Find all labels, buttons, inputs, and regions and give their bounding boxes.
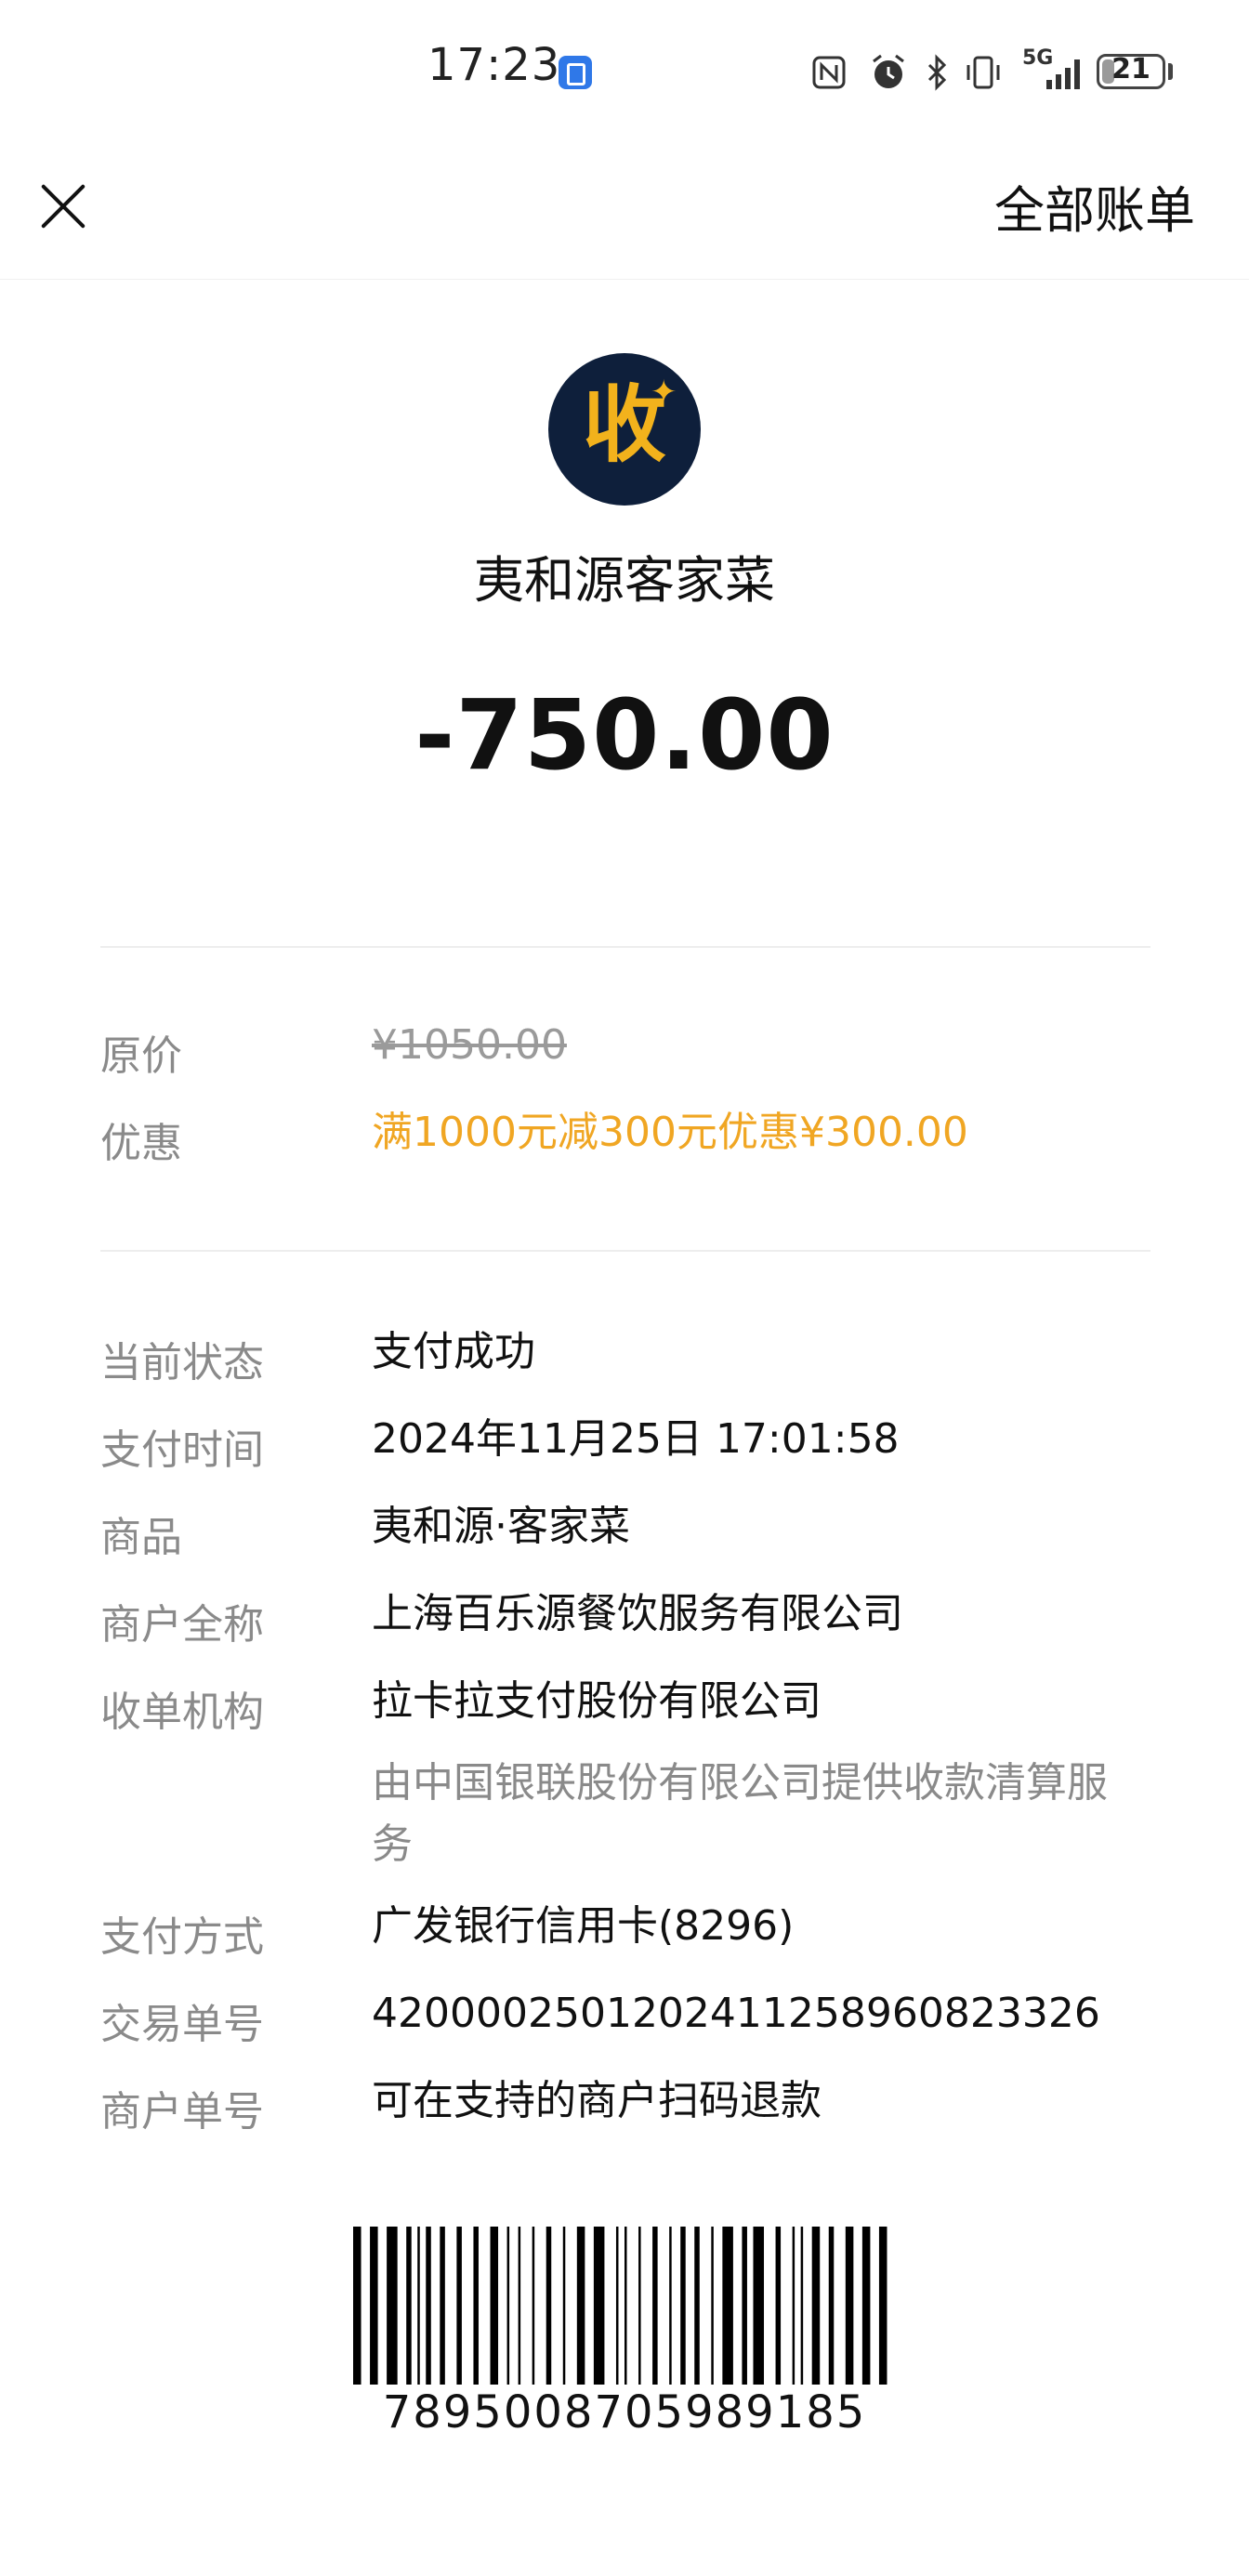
barcode-bar [546, 2227, 552, 2385]
bluetooth-icon [927, 54, 947, 91]
merchant-logo: 收 ✦ [548, 353, 701, 506]
merchant-full-value: 上海百乐源餐饮服务有限公司 [372, 1590, 903, 1637]
barcode-bar [506, 2227, 510, 2385]
pay-method-label: 支付方式 [100, 1913, 264, 1961]
barcode-bar [387, 2227, 398, 2385]
barcode-bar [652, 2227, 658, 2385]
status-time: 17:23 [427, 39, 561, 91]
barcode-bar [576, 2227, 585, 2385]
goods-value: 夷和源·客家菜 [372, 1503, 630, 1550]
barcode-bar [722, 2227, 733, 2385]
acquirer-label: 收单机构 [100, 1689, 264, 1736]
barcode-bar [456, 2227, 462, 2385]
close-icon[interactable] [33, 177, 93, 236]
merchant-no-value: 可在支持的商户扫码退款 [372, 2077, 822, 2124]
barcode-bar [562, 2227, 566, 2385]
barcode-bar [711, 2227, 714, 2385]
discount-label: 优惠 [100, 1120, 182, 1167]
sparkle-icon: ✦ [651, 374, 677, 411]
signal-icon [1046, 59, 1080, 89]
barcode-bar [406, 2227, 412, 2385]
barcode-number: 7895008705989185 [382, 2386, 867, 2438]
barcode-bar [473, 2227, 479, 2385]
barcode-bar [426, 2227, 431, 2385]
barcode-bar [694, 2227, 700, 2385]
txn-no-label: 交易单号 [100, 2001, 264, 2048]
payment-amount: -750.00 [414, 678, 835, 792]
original-price-label: 原价 [100, 1032, 182, 1080]
merchant-full-label: 商户全称 [100, 1601, 264, 1649]
divider [100, 946, 1150, 948]
status-bar: 17:23 5G 21 [0, 0, 1249, 139]
divider [100, 1250, 1150, 1252]
goods-label: 商品 [100, 1514, 182, 1561]
barcode-bar [370, 2227, 378, 2385]
barcode-bar [638, 2227, 641, 2385]
barcode-bar [532, 2227, 535, 2385]
barcode-bar [680, 2227, 686, 2385]
barcode-bar [775, 2227, 782, 2385]
barcode-bar [593, 2227, 605, 2385]
barcode-bar [490, 2227, 499, 2385]
barcode-bar [353, 2227, 362, 2385]
barcode-bar [669, 2227, 672, 2385]
status-label: 当前状态 [100, 1339, 264, 1387]
status-value: 支付成功 [372, 1328, 535, 1375]
acquirer-note: 由中国银联股份有限公司提供收款清算服务 [372, 1759, 1108, 1868]
acquirer-value: 拉卡拉支付股份有限公司 [372, 1677, 822, 1725]
barcode-bar [878, 2227, 887, 2385]
barcode [353, 2227, 887, 2385]
barcode-bar [440, 2227, 445, 2385]
barcode-bar [800, 2227, 804, 2385]
pay-time-value: 2024年11月25日 17:01:58 [372, 1415, 900, 1463]
barcode-bar [518, 2227, 521, 2385]
pay-time-label: 支付时间 [100, 1426, 264, 1474]
barcode-bar [615, 2227, 619, 2385]
merchant-no-label: 商户单号 [100, 2088, 264, 2136]
battery-icon: 21 [1097, 53, 1165, 89]
barcode-bar [811, 2227, 821, 2385]
merchant-logo-char: 收 [583, 376, 666, 474]
barcode-bar [624, 2227, 627, 2385]
barcode-bar [792, 2227, 795, 2385]
merchant-name: 夷和源客家菜 [474, 551, 775, 610]
battery-cap [1168, 63, 1173, 80]
discount-value: 满1000元减300元优惠¥300.00 [372, 1109, 968, 1156]
alarm-icon [873, 54, 904, 88]
vibrate-icon [966, 56, 1000, 89]
app-notification-icon [559, 56, 592, 89]
barcode-bar [742, 2227, 747, 2385]
barcode-bar [845, 2227, 854, 2385]
all-bills-link[interactable]: 全部账单 [994, 169, 1195, 243]
barcode-bar [828, 2227, 835, 2385]
original-price-value: ¥1050.00 [372, 1021, 567, 1069]
txn-no-value: 4200002501202411258960823326 [372, 1990, 1100, 2037]
barcode-bar [861, 2227, 871, 2385]
barcode-bar [753, 2227, 765, 2385]
pay-method-value: 广发银行信用卡(8296) [372, 1902, 795, 1950]
nfc-icon [812, 56, 846, 89]
battery-level-text: 21 [1111, 53, 1150, 85]
top-nav-bar: 全部账单 [0, 139, 1249, 280]
barcode-bar [417, 2227, 420, 2385]
